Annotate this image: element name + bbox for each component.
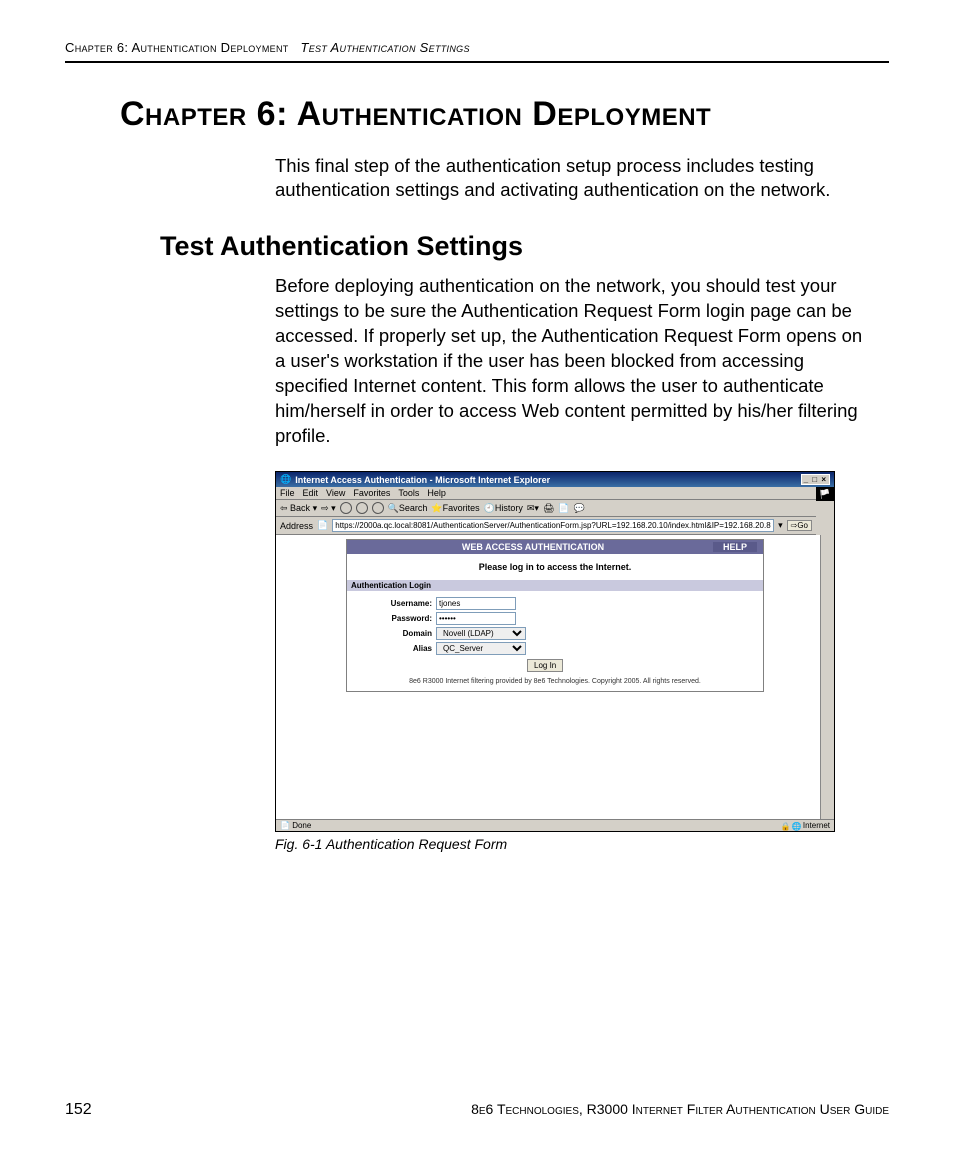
password-label: Password: xyxy=(377,614,432,623)
page-footer: 152 8e6 Technologies, R3000 Internet Fil… xyxy=(65,1101,889,1119)
help-button[interactable]: HELP xyxy=(713,542,757,552)
discuss-icon[interactable]: 💬 xyxy=(574,503,585,514)
print-icon[interactable]: 🖨 xyxy=(543,503,554,514)
menu-view[interactable]: View xyxy=(326,488,345,498)
ie-addressbar: Address 📄 ▾ ⇨Go xyxy=(276,517,816,535)
status-done: Done xyxy=(292,821,311,830)
section-body: Before deploying authentication on the n… xyxy=(275,274,869,449)
auth-panel: WEB ACCESS AUTHENTICATION HELP Please lo… xyxy=(346,539,764,692)
menu-tools[interactable]: Tools xyxy=(398,488,419,498)
password-input[interactable] xyxy=(436,612,516,625)
username-input[interactable] xyxy=(436,597,516,610)
back-button[interactable]: ⇦ Back ▾ xyxy=(280,503,317,514)
status-done-icon: 📄 xyxy=(280,821,290,830)
favorites-button[interactable]: ⭐Favorites xyxy=(431,503,479,514)
chapter-intro: This final step of the authentication se… xyxy=(275,154,869,204)
page-number: 152 xyxy=(65,1101,92,1119)
address-dropdown-icon[interactable]: ▾ xyxy=(778,520,783,531)
figure-caption: Fig. 6-1 Authentication Request Form xyxy=(275,836,889,852)
scrollbar[interactable] xyxy=(820,535,834,819)
ie-titlebar: 🌐 Internet Access Authentication - Micro… xyxy=(276,472,834,487)
stop-icon[interactable] xyxy=(340,502,352,514)
domain-label: Domain xyxy=(377,629,432,638)
status-zone: Internet xyxy=(803,821,830,830)
lock-icon: 🔒 xyxy=(781,822,789,830)
auth-login-bar: Authentication Login xyxy=(347,580,763,591)
page-icon: 📄 xyxy=(317,520,328,531)
ie-toolbar: ⇦ Back ▾ ⇨ ▾ 🔍Search ⭐Favorites 🕘History… xyxy=(276,500,816,517)
forward-button[interactable]: ⇨ ▾ xyxy=(321,503,336,514)
history-button[interactable]: 🕘History xyxy=(484,503,523,514)
auth-form: Username: Password: Domain Novell (LDAP)… xyxy=(347,591,763,691)
menu-file[interactable]: File xyxy=(280,488,295,498)
address-label: Address xyxy=(280,521,313,531)
ie-throbber-icon: 🏳️ xyxy=(816,487,834,501)
alias-select[interactable]: QC_Server xyxy=(436,642,526,655)
home-icon[interactable] xyxy=(372,502,384,514)
ie-window: 🌐 Internet Access Authentication - Micro… xyxy=(275,471,835,832)
header-section: Test Authentication Settings xyxy=(300,40,469,55)
refresh-icon[interactable] xyxy=(356,502,368,514)
chapter-title: Chapter 6: Authentication Deployment xyxy=(120,93,760,136)
ie-statusbar: 📄 Done 🔒 🌐 Internet xyxy=(276,820,834,831)
edit-icon[interactable]: 📄 xyxy=(558,503,569,514)
menu-help[interactable]: Help xyxy=(427,488,446,498)
username-label: Username: xyxy=(377,599,432,608)
footer-text: 8e6 Technologies, R3000 Internet Filter … xyxy=(471,1101,889,1119)
header-chapter: Chapter 6: Authentication Deployment xyxy=(65,40,289,55)
zone-icon: 🌐 xyxy=(792,822,800,830)
auth-message: Please log in to access the Internet. xyxy=(347,554,763,580)
auth-header: WEB ACCESS AUTHENTICATION HELP xyxy=(347,540,763,554)
alias-label: Alias xyxy=(377,644,432,653)
ie-app-icon: 🌐 xyxy=(280,474,291,485)
address-input[interactable] xyxy=(332,519,774,532)
go-button[interactable]: ⇨Go xyxy=(787,520,812,531)
domain-select[interactable]: Novell (LDAP) xyxy=(436,627,526,640)
login-button[interactable]: Log In xyxy=(527,659,563,672)
ie-title-text: Internet Access Authentication - Microso… xyxy=(295,475,550,485)
running-header: Chapter 6: Authentication Deployment Tes… xyxy=(65,40,889,63)
menu-favorites[interactable]: Favorites xyxy=(353,488,390,498)
menu-edit[interactable]: Edit xyxy=(303,488,319,498)
auth-header-title: WEB ACCESS AUTHENTICATION xyxy=(462,542,604,552)
window-controls[interactable]: _ □ × xyxy=(801,474,830,485)
auth-copyright: 8e6 R3000 Internet filtering provided by… xyxy=(377,678,733,685)
search-button[interactable]: 🔍Search xyxy=(388,503,428,514)
mail-icon[interactable]: ✉▾ xyxy=(527,503,539,514)
section-title: Test Authentication Settings xyxy=(160,231,889,262)
ie-menubar: File Edit View Favorites Tools Help xyxy=(276,487,816,500)
ie-content-area: WEB ACCESS AUTHENTICATION HELP Please lo… xyxy=(276,535,834,820)
